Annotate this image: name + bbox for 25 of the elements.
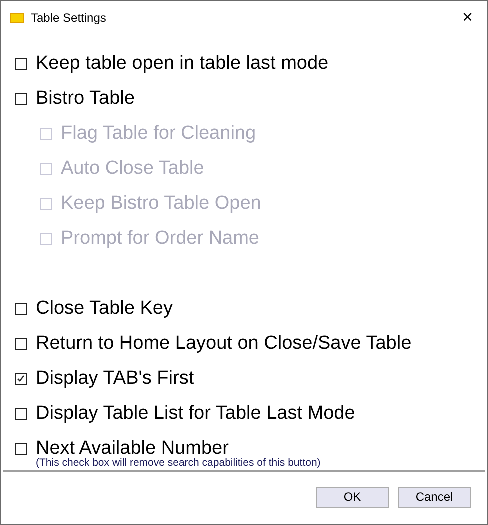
checkbox[interactable] — [15, 442, 27, 454]
hint-text: (This check box will remove search capabilities of this button) — [36, 457, 322, 469]
check-icon — [17, 374, 25, 382]
option-label: Keep table open in table last mode — [36, 52, 329, 74]
option-label: Return to Home Layout on Close/Save Table — [36, 332, 412, 354]
option-label: Close Table Key — [36, 298, 173, 320]
option-label: Display TAB's First — [36, 368, 194, 390]
window-title: Table Settings — [31, 10, 108, 24]
option-label: Flag Table for Cleaning — [61, 122, 256, 144]
option-label: Bistro Table — [36, 88, 135, 110]
close-button[interactable]: × — [458, 7, 477, 28]
checkbox[interactable] — [15, 372, 27, 384]
option-label: Auto Close Table — [61, 158, 204, 180]
checkbox[interactable] — [15, 302, 27, 314]
folder-icon — [10, 12, 24, 22]
option-label: Keep Bistro Table Open — [61, 192, 262, 214]
checkbox[interactable] — [15, 58, 27, 70]
option-label: Next Available Number — [36, 438, 229, 458]
option-label: Prompt for Order Name — [61, 228, 260, 250]
dialog-button[interactable]: OK — [316, 486, 389, 508]
dialog-button[interactable]: Cancel — [398, 486, 471, 508]
checkbox[interactable] — [15, 408, 27, 420]
checkbox[interactable] — [15, 92, 27, 104]
checkbox[interactable] — [15, 338, 27, 350]
option-label: Display Table List for Table Last Mode — [36, 402, 356, 424]
